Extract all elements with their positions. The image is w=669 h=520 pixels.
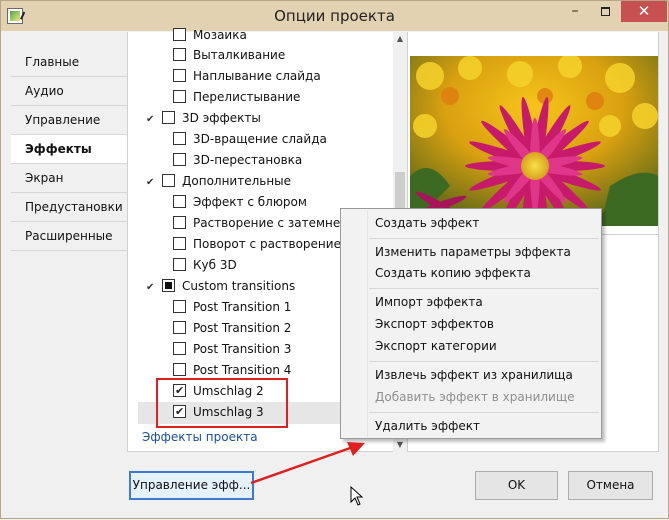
effects-context-menu: Создать эффект Изменить параметры эффект…: [340, 208, 602, 439]
tree-item[interactable]: Post Transition 2: [173, 318, 291, 339]
tree-item-label: 3D-перестановка: [193, 153, 303, 167]
sidebar-item-label: Управление: [25, 113, 101, 127]
scroll-down-icon[interactable]: ▼: [393, 438, 407, 452]
tree-item-label: Post Transition 2: [193, 321, 292, 335]
tree-item-label: 3D-вращение слайда: [193, 132, 327, 146]
checkbox[interactable]: [173, 258, 186, 271]
tree-item-label: Наплывание слайда: [193, 69, 321, 83]
sidebar-item-label: Предустановки: [25, 200, 123, 214]
maximize-button[interactable]: [591, 1, 619, 23]
tree-item[interactable]: 3D-перестановка: [173, 150, 302, 171]
menu-separator: [369, 361, 599, 362]
chevron-down-icon[interactable]: ✔: [146, 277, 160, 298]
options-sidebar: Главные Аудио Управление Эффекты Экран П…: [11, 32, 128, 452]
tree-item[interactable]: 3D-вращение слайда: [173, 129, 327, 150]
sidebar-item-presets[interactable]: Предустановки: [11, 193, 127, 222]
chevron-down-icon[interactable]: ✔: [146, 172, 160, 193]
checkbox[interactable]: [173, 216, 186, 229]
minimize-button[interactable]: –: [561, 1, 589, 23]
checkbox[interactable]: [162, 111, 175, 124]
tree-group[interactable]: ✔ Custom transitions: [146, 276, 295, 297]
tree-item-label: Post Transition 1: [193, 300, 292, 314]
tree-item-label: Куб 3D: [193, 258, 237, 272]
tree-group-label: Дополнительные: [182, 174, 292, 188]
tree-item-label: Поворот с растворением: [193, 237, 351, 251]
title-bar[interactable]: Опции проекта – ✕: [1, 1, 668, 31]
cancel-button[interactable]: Отмена: [568, 471, 653, 500]
sidebar-item-main[interactable]: Главные: [11, 48, 127, 77]
ok-button[interactable]: OK: [475, 471, 558, 500]
sidebar-item-audio[interactable]: Аудио: [11, 77, 127, 106]
checkbox[interactable]: [173, 153, 186, 166]
checkbox[interactable]: [173, 363, 186, 376]
menu-item-edit-effect[interactable]: Изменить параметры эффекта: [341, 241, 601, 263]
manage-effects-button[interactable]: Управление эфф...: [129, 471, 254, 500]
menu-item-create-effect[interactable]: Создать эффект: [341, 212, 601, 234]
annotation-highlight-box: [156, 378, 288, 428]
checkbox[interactable]: [173, 321, 186, 334]
minimize-icon: –: [571, 3, 579, 19]
sidebar-item-control[interactable]: Управление: [11, 106, 127, 135]
checkbox[interactable]: [173, 48, 186, 61]
checkbox[interactable]: [173, 195, 186, 208]
tree-item[interactable]: Post Transition 1: [173, 297, 291, 318]
checkbox[interactable]: [162, 174, 175, 187]
menu-separator: [369, 288, 599, 289]
tree-group[interactable]: ✔ 3D эффекты: [146, 108, 261, 129]
tree-group-label: Custom transitions: [182, 279, 296, 293]
tree-item[interactable]: Post Transition 3: [173, 339, 291, 360]
sidebar-item-effects[interactable]: Эффекты: [11, 135, 128, 164]
maximize-icon: [600, 7, 610, 16]
checkbox[interactable]: [173, 132, 186, 145]
sidebar-item-advanced[interactable]: Расширенные: [11, 222, 127, 251]
tree-item-label: Post Transition 3: [193, 342, 292, 356]
menu-item-export-category[interactable]: Экспорт категории: [341, 335, 601, 357]
tree-item-label: Эффект с блюром: [193, 195, 307, 209]
tree-group[interactable]: ✔ Дополнительные: [146, 171, 291, 192]
menu-item-import-effect[interactable]: Импорт эффекта: [341, 291, 601, 313]
annotation-arrow-line: [250, 445, 354, 485]
tree-item-label: Выталкивание: [193, 48, 286, 62]
sidebar-item-label: Расширенные: [25, 229, 113, 243]
close-icon: ✕: [637, 2, 651, 20]
scroll-up-icon[interactable]: ▲: [393, 32, 407, 46]
menu-separator: [369, 238, 599, 239]
checkbox[interactable]: [173, 69, 186, 82]
menu-item-copy-effect[interactable]: Создать копию эффекта: [341, 262, 601, 284]
preview-image: [410, 56, 658, 226]
chevron-down-icon[interactable]: ✔: [146, 109, 160, 130]
tree-group-label: 3D эффекты: [182, 111, 261, 125]
sidebar-item-screen[interactable]: Экран: [11, 164, 127, 193]
tree-item[interactable]: Выталкивание: [173, 45, 285, 66]
tree-item-label: Post Transition 4: [193, 363, 292, 377]
close-button[interactable]: ✕: [621, 1, 667, 22]
tree-item[interactable]: Перелистывание: [173, 87, 300, 108]
checkbox[interactable]: [173, 90, 186, 103]
checkbox[interactable]: [173, 300, 186, 313]
tree-item[interactable]: Эффект с блюром: [173, 192, 307, 213]
sidebar-item-label: Аудио: [25, 84, 64, 98]
menu-item-export-effects[interactable]: Экспорт эффектов: [341, 313, 601, 335]
menu-item-delete-effect[interactable]: Удалить эффект: [341, 415, 601, 437]
sidebar-item-label: Экран: [25, 171, 64, 185]
tree-item-label: Перелистывание: [193, 90, 301, 104]
checkbox[interactable]: [173, 342, 186, 355]
tree-item[interactable]: Наплывание слайда: [173, 66, 321, 87]
menu-separator: [369, 412, 599, 413]
project-effects-link[interactable]: Эффекты проекта: [142, 430, 258, 444]
tree-item[interactable]: Куб 3D: [173, 255, 237, 276]
menu-item-add-to-storage: Добавить эффект в хранилище: [375, 390, 575, 404]
sidebar-item-label: Главные: [25, 55, 80, 69]
tree-item[interactable]: Мозаика: [173, 25, 247, 46]
checkbox[interactable]: [162, 279, 175, 292]
checkbox[interactable]: [173, 28, 186, 41]
tree-item-label: Мозаика: [193, 28, 247, 42]
sidebar-item-label: Эффекты: [25, 142, 92, 156]
tree-item[interactable]: Поворот с растворением: [173, 234, 350, 255]
checkbox[interactable]: [173, 237, 186, 250]
flower-photo: [410, 56, 658, 226]
menu-item-extract-from-storage[interactable]: Извлечь эффект из хранилища: [341, 364, 601, 386]
project-options-window: Опции проекта – ✕ Главные Аудио Управлен…: [0, 0, 669, 519]
mouse-cursor-icon: [350, 486, 364, 506]
